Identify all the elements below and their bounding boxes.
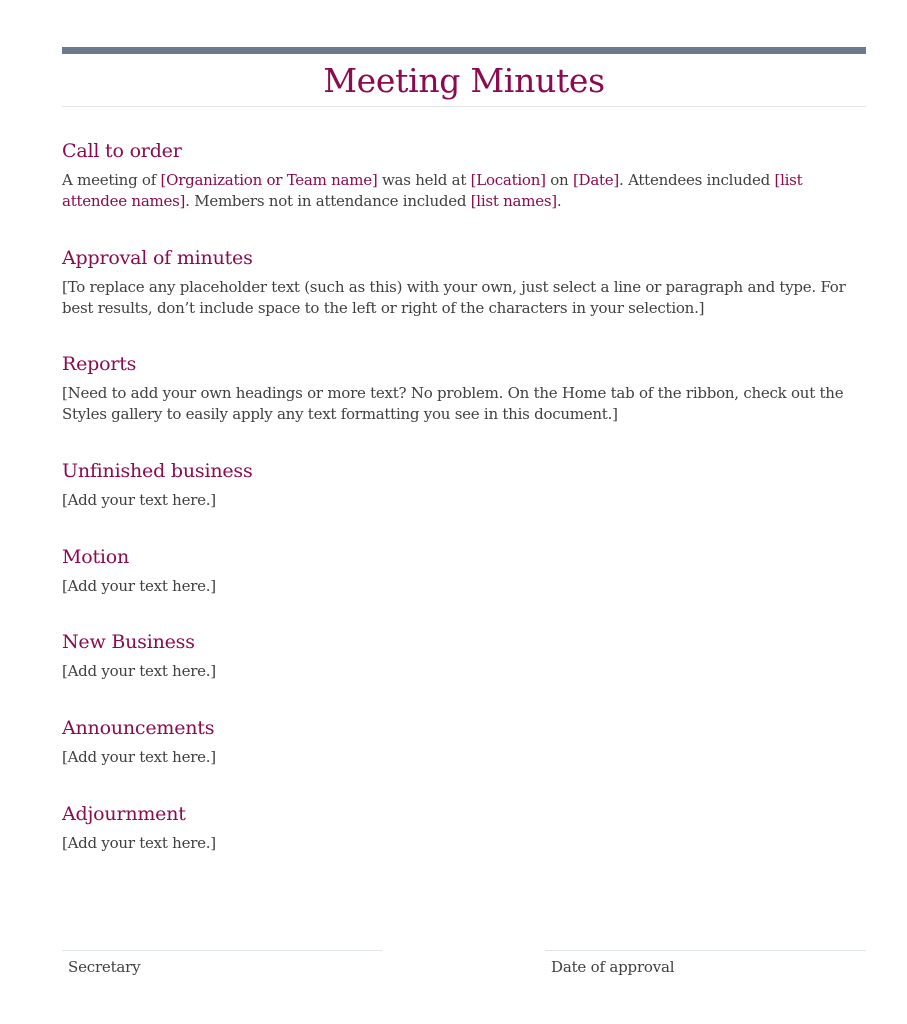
section-approval-of-minutes: Approval of minutes [To replace any plac… xyxy=(62,245,866,319)
date-placeholder[interactable]: [Date] xyxy=(573,171,619,189)
title-divider xyxy=(62,106,866,107)
section-heading[interactable]: Unfinished business xyxy=(62,458,866,484)
section-motion: Motion [Add your text here.] xyxy=(62,544,866,597)
section-heading[interactable]: Approval of minutes xyxy=(62,245,866,271)
section-heading[interactable]: Reports xyxy=(62,351,866,377)
section-heading[interactable]: Announcements xyxy=(62,715,866,741)
text: . Attendees included xyxy=(619,171,775,189)
section-reports: Reports [Need to add your own headings o… xyxy=(62,351,866,425)
section-call-to-order: Call to order A meeting of [Organization… xyxy=(62,138,866,212)
section-body[interactable]: [Add your text here.] xyxy=(62,747,866,768)
section-body[interactable]: [Need to add your own headings or more t… xyxy=(62,383,866,425)
location-placeholder[interactable]: [Location] xyxy=(471,171,546,189)
section-body[interactable]: [To replace any placeholder text (such a… xyxy=(62,277,866,319)
section-unfinished-business: Unfinished business [Add your text here.… xyxy=(62,458,866,511)
absent-members-placeholder[interactable]: [list names] xyxy=(471,192,557,210)
secretary-label: Secretary xyxy=(68,958,141,976)
header-accent-bar xyxy=(62,47,866,54)
section-body[interactable]: [Add your text here.] xyxy=(62,661,866,682)
date-of-approval-label: Date of approval xyxy=(551,958,675,976)
section-announcements: Announcements [Add your text here.] xyxy=(62,715,866,768)
section-body[interactable]: A meeting of [Organization or Team name]… xyxy=(62,170,866,212)
section-heading[interactable]: Motion xyxy=(62,544,866,570)
text: A meeting of xyxy=(62,171,161,189)
secretary-signature-line[interactable] xyxy=(62,950,382,951)
section-adjournment: Adjournment [Add your text here.] xyxy=(62,801,866,854)
section-body[interactable]: [Add your text here.] xyxy=(62,490,866,511)
section-heading[interactable]: Adjournment xyxy=(62,801,866,827)
text: . Members not in attendance included xyxy=(185,192,471,210)
section-heading[interactable]: Call to order xyxy=(62,138,866,164)
document-title[interactable]: Meeting Minutes xyxy=(62,58,866,104)
section-heading[interactable]: New Business xyxy=(62,629,866,655)
text: on xyxy=(545,171,573,189)
section-new-business: New Business [Add your text here.] xyxy=(62,629,866,682)
text: was held at xyxy=(377,171,471,189)
section-body[interactable]: [Add your text here.] xyxy=(62,576,866,597)
organization-placeholder[interactable]: [Organization or Team name] xyxy=(161,171,378,189)
section-body[interactable]: [Add your text here.] xyxy=(62,833,866,854)
text: . xyxy=(556,192,562,210)
approval-date-signature-line[interactable] xyxy=(545,950,866,951)
